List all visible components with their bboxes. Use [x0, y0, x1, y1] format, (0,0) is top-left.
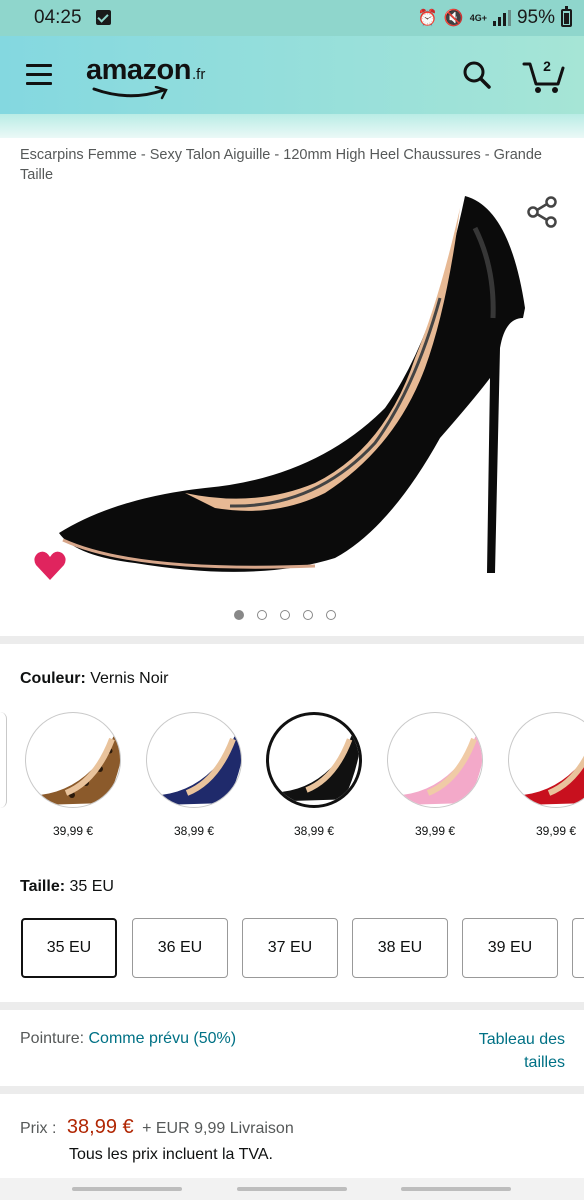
logo-tld: .fr — [191, 66, 206, 83]
swatch-price: 39,99 € — [535, 824, 577, 838]
app-header: amazon.fr 2 — [0, 36, 584, 114]
swatch-price: 38,99 € — [293, 824, 335, 838]
battery-icon — [561, 6, 572, 27]
swatch-price: 39,99 € — [414, 824, 456, 838]
logo-text: amazon — [86, 54, 191, 86]
search-icon[interactable] — [462, 60, 492, 90]
color-swatch-pink[interactable] — [387, 712, 483, 808]
status-bar: 04:25 ⏰ 🔇 4G+ 95% — [0, 0, 584, 36]
size-label: Taille: 35 EU — [20, 878, 114, 896]
image-pagination — [234, 610, 336, 620]
cart-button[interactable]: 2 — [522, 56, 566, 96]
battery-percent: 95% — [516, 7, 555, 28]
gesture-handle — [237, 1187, 347, 1191]
menu-icon[interactable] — [26, 64, 52, 86]
size-option[interactable]: 36 EU — [132, 918, 228, 978]
color-swatch-red[interactable] — [508, 712, 584, 808]
section-divider — [0, 1086, 584, 1094]
size-option[interactable]: 35 EU — [21, 918, 117, 978]
color-swatch-black[interactable] — [266, 712, 362, 808]
logo-smile-icon — [92, 86, 168, 100]
fit-row: Pointure: Comme prévu (50%) — [20, 1030, 236, 1048]
shipping-cost: + EUR 9,99 Livraison — [142, 1120, 294, 1137]
size-option[interactable]: 38 EU — [352, 918, 448, 978]
pagination-dot[interactable] — [257, 610, 267, 620]
price-value: 38,99 € — [66, 1116, 134, 1138]
share-icon[interactable] — [525, 195, 559, 229]
size-option[interactable]: 39 EU — [462, 918, 558, 978]
pagination-dot[interactable] — [303, 610, 313, 620]
size-option[interactable]: 37 EU — [242, 918, 338, 978]
cart-count: 2 — [543, 58, 551, 74]
gesture-handle — [72, 1187, 182, 1191]
price-label: Prix : — [20, 1120, 57, 1137]
size-option-partial[interactable] — [572, 918, 584, 978]
color-swatch-leopard[interactable] — [25, 712, 121, 808]
tax-note: Tous les prix incluent la TVA. — [69, 1146, 273, 1163]
heart-icon[interactable] — [33, 550, 67, 582]
pagination-dot[interactable] — [280, 610, 290, 620]
color-label: Couleur: Vernis Noir — [20, 670, 168, 688]
notification-check-icon — [96, 10, 111, 25]
swatch-partial[interactable] — [0, 712, 7, 808]
gesture-bar — [0, 1178, 584, 1200]
signal-icon — [492, 10, 511, 26]
pagination-dot[interactable] — [326, 610, 336, 620]
product-title: Escarpins Femme - Sexy Talon Aiguille - … — [20, 147, 542, 183]
swatch-price: 38,99 € — [173, 824, 215, 838]
color-label-key: Couleur: — [20, 670, 86, 687]
size-chart-link[interactable]: Tableau des tailles — [445, 1028, 565, 1074]
status-time: 04:25 — [34, 7, 82, 28]
fit-value: Comme prévu (50%) — [88, 1030, 237, 1047]
section-divider — [0, 1002, 584, 1010]
swatch-price: 39,99 € — [52, 824, 94, 838]
gesture-handle — [401, 1187, 511, 1191]
product-image[interactable] — [55, 188, 535, 588]
color-swatch-navy[interactable] — [146, 712, 242, 808]
header-fade — [0, 114, 584, 138]
section-divider — [0, 636, 584, 644]
amazon-logo[interactable]: amazon.fr — [86, 54, 206, 100]
pagination-dot[interactable] — [234, 610, 244, 620]
color-value: Vernis Noir — [90, 670, 169, 687]
alarm-icon: ⏰ — [417, 10, 438, 27]
price-row: Prix : 38,99 € + EUR 9,99 Livraison — [20, 1116, 294, 1139]
mute-icon: 🔇 — [443, 10, 464, 27]
size-value: 35 EU — [69, 878, 114, 895]
network-type: 4G+ — [469, 12, 487, 23]
size-label-key: Taille: — [20, 878, 66, 895]
fit-label: Pointure: — [20, 1030, 85, 1047]
